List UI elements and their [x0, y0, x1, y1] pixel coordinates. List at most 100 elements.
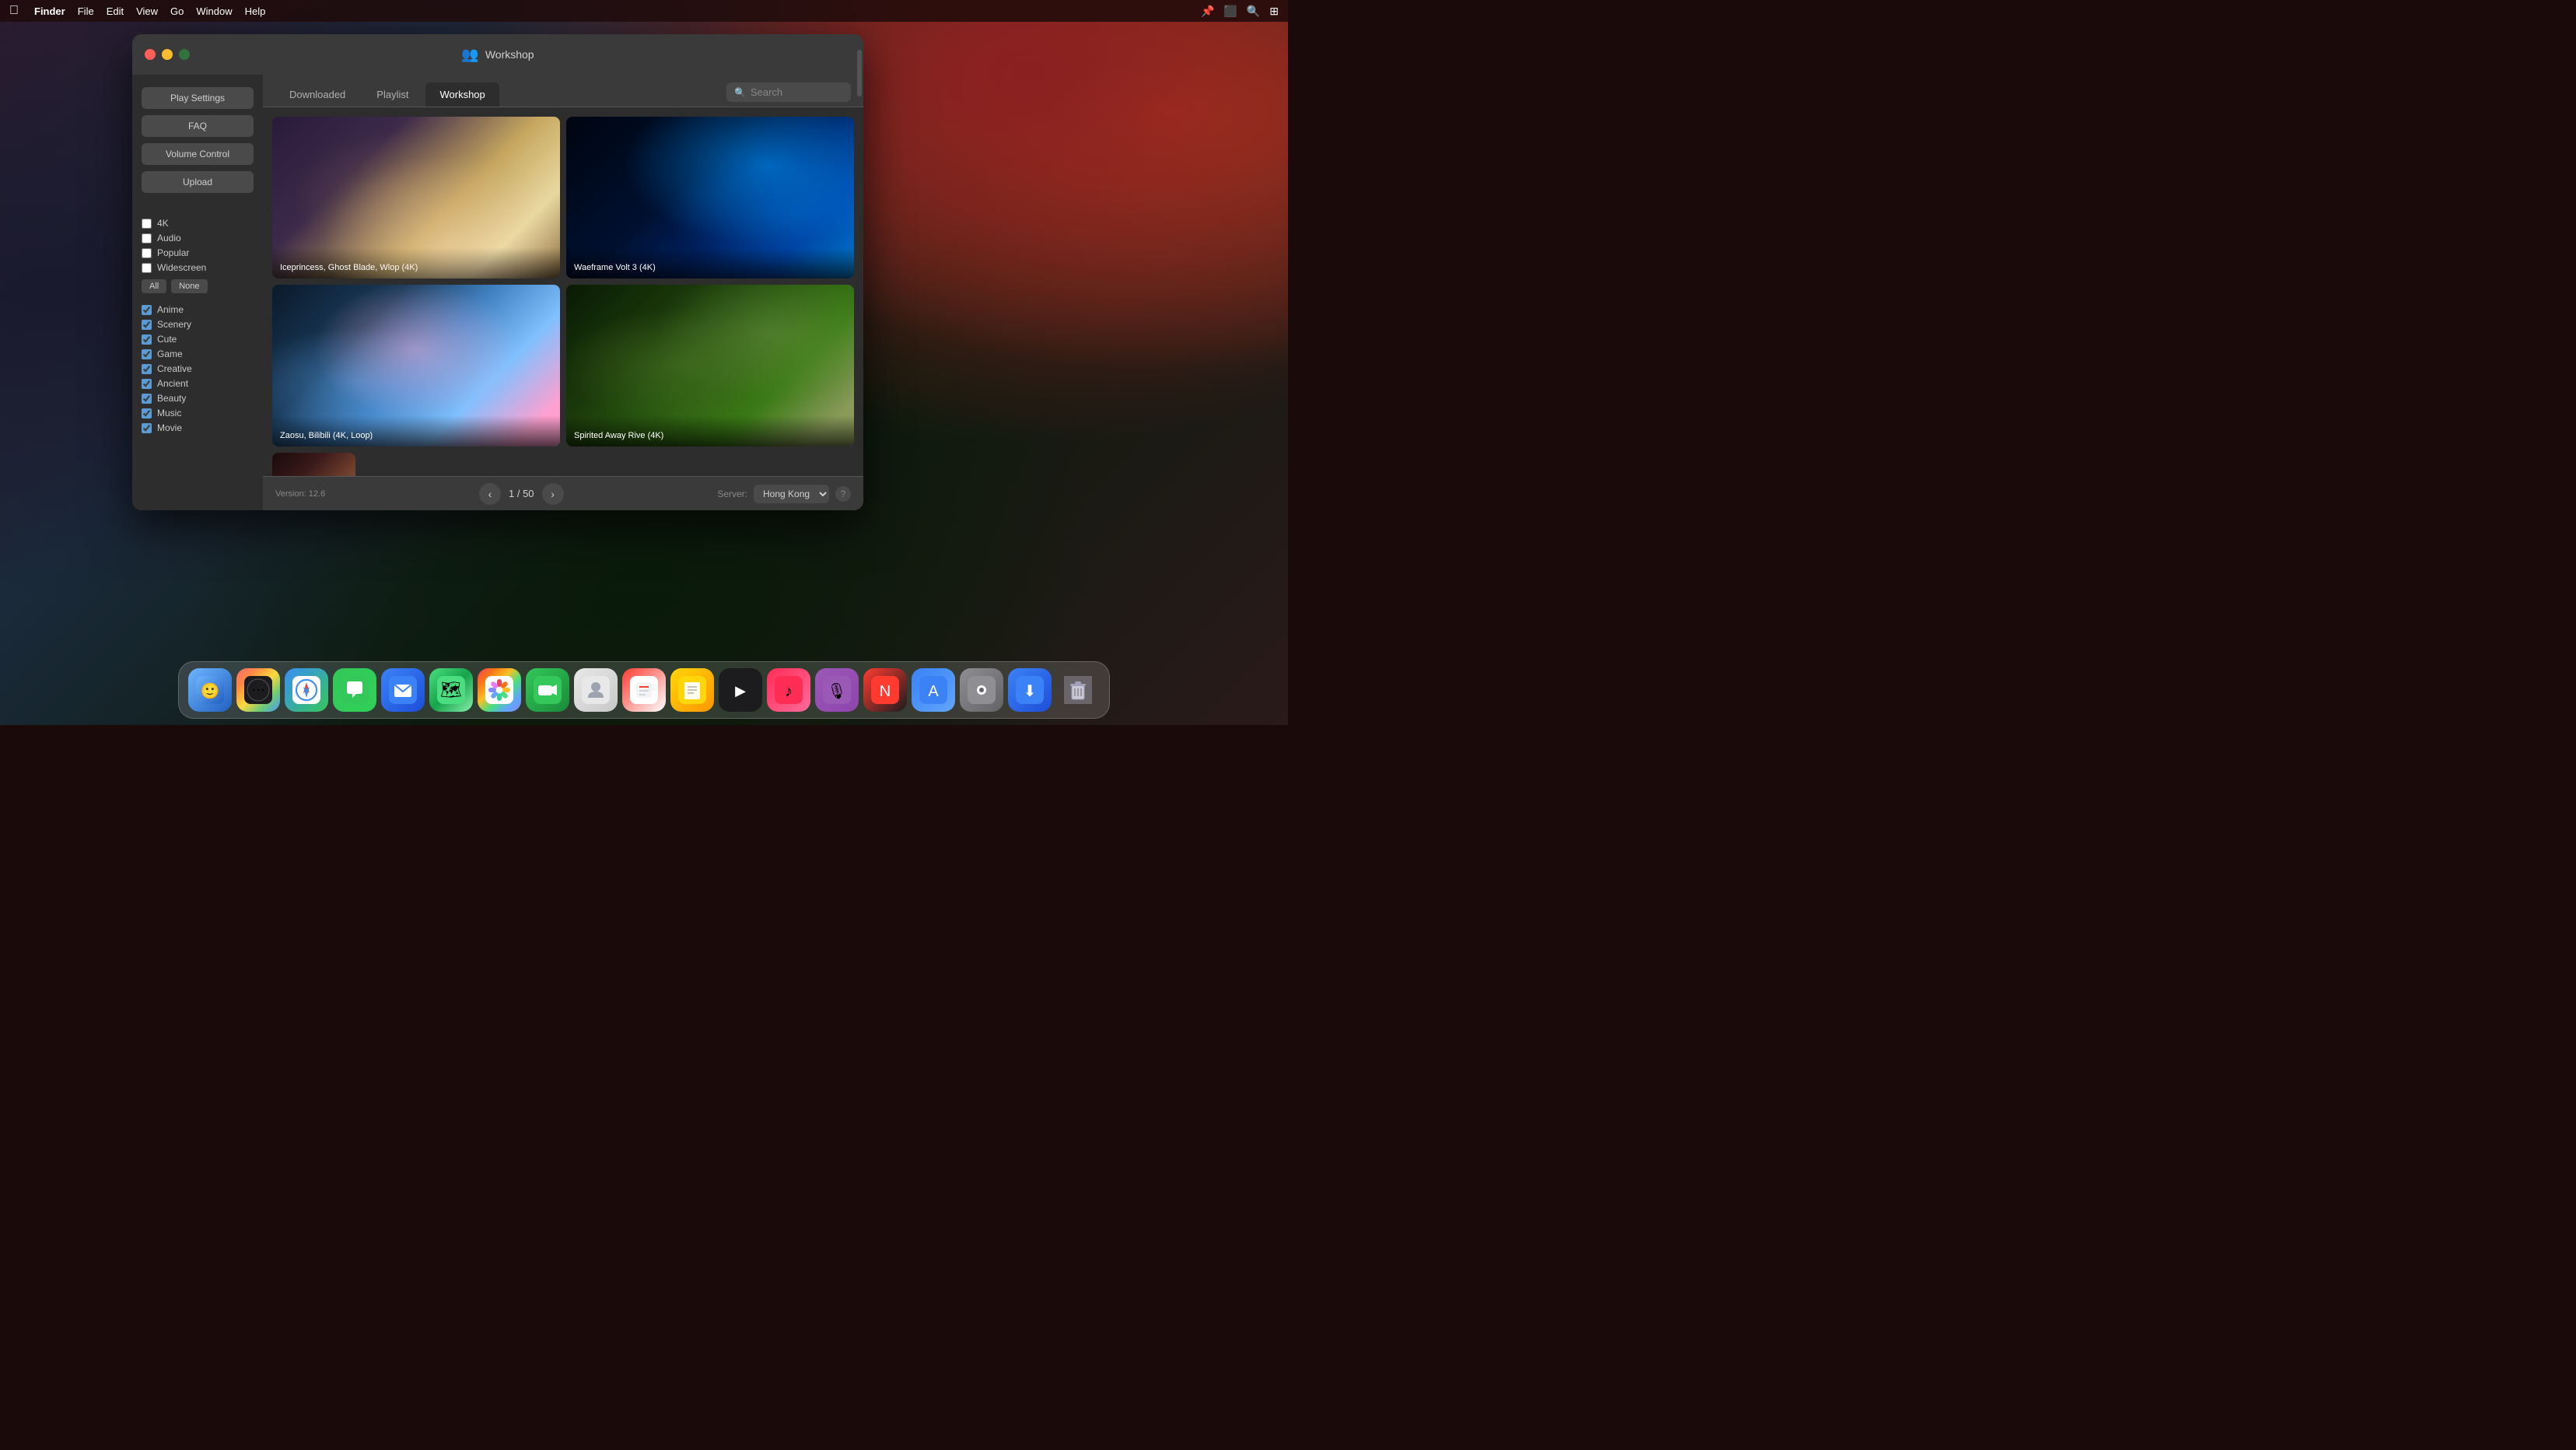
- cat-movie-checkbox[interactable]: [142, 423, 152, 433]
- menubar-edit[interactable]: Edit: [107, 5, 124, 17]
- filter-popular-label: Popular: [157, 247, 189, 258]
- svg-text:🗺: 🗺: [440, 680, 462, 699]
- svg-text:♪: ♪: [785, 683, 793, 700]
- cat-game-label: Game: [157, 348, 183, 359]
- card-label-4: Spirited Away Rive (4K): [566, 415, 854, 447]
- control-center-icon[interactable]: ⊞: [1269, 5, 1279, 18]
- window-title: 👥 Workshop: [461, 47, 534, 63]
- cat-scenery-label: Scenery: [157, 319, 191, 330]
- dock: 🙂 ⋯ 🗺 ▶ ♪ 🎙 N A ⬇: [178, 661, 1110, 719]
- cat-anime-checkbox[interactable]: [142, 305, 152, 315]
- svg-text:🙂: 🙂: [201, 682, 220, 700]
- app-window: 👥 Workshop Play Settings FAQ Volume Cont…: [132, 34, 863, 510]
- cat-ancient[interactable]: Ancient: [142, 378, 254, 389]
- faq-button[interactable]: FAQ: [142, 115, 254, 137]
- menubar-finder[interactable]: Finder: [34, 5, 65, 17]
- filter-4k-checkbox[interactable]: [142, 219, 152, 229]
- cat-scenery[interactable]: Scenery: [142, 319, 254, 330]
- display-icon[interactable]: ⬛: [1223, 5, 1237, 18]
- dock-music[interactable]: ♪: [767, 668, 810, 712]
- dock-tv[interactable]: ▶: [719, 668, 762, 712]
- next-page-button[interactable]: ›: [542, 483, 564, 505]
- search-input[interactable]: [751, 86, 843, 98]
- menubar-help[interactable]: Help: [245, 5, 266, 17]
- dock-launchpad[interactable]: ⋯: [236, 668, 280, 712]
- dock-contacts[interactable]: [574, 668, 618, 712]
- dock-facetime[interactable]: [526, 668, 569, 712]
- wallpaper-grid-area: Iceprincess, Ghost Blade, Wlop (4K) Waef…: [263, 107, 863, 476]
- dock-appstore[interactable]: A: [912, 668, 955, 712]
- menubar-view[interactable]: View: [136, 5, 158, 17]
- filter-audio[interactable]: Audio: [142, 233, 254, 243]
- pin-icon[interactable]: 📌: [1201, 5, 1214, 18]
- upload-button[interactable]: Upload: [142, 171, 254, 193]
- titlebar: 👥 Workshop: [132, 34, 863, 75]
- cat-game-checkbox[interactable]: [142, 349, 152, 359]
- wallpaper-grid: Iceprincess, Ghost Blade, Wlop (4K) Waef…: [272, 117, 854, 476]
- prev-page-button[interactable]: ‹: [479, 483, 501, 505]
- cat-music[interactable]: Music: [142, 408, 254, 419]
- wallpaper-card-3[interactable]: Zaosu, Bilibili (4K, Loop): [272, 285, 560, 447]
- wallpaper-card-1[interactable]: Iceprincess, Ghost Blade, Wlop (4K): [272, 117, 560, 278]
- wallpaper-card-2[interactable]: Waeframe Volt 3 (4K): [566, 117, 854, 278]
- cat-anime-label: Anime: [157, 304, 184, 315]
- dock-podcasts[interactable]: 🎙: [815, 668, 859, 712]
- cat-ancient-checkbox[interactable]: [142, 379, 152, 389]
- cat-anime[interactable]: Anime: [142, 304, 254, 315]
- menubar-file[interactable]: File: [78, 5, 94, 17]
- wallpaper-card-5[interactable]: [272, 453, 355, 476]
- filter-4k-label: 4K: [157, 218, 169, 229]
- server-select[interactable]: Hong Kong US West US East Europe Japan: [754, 485, 829, 503]
- dock-finder[interactable]: 🙂: [188, 668, 232, 712]
- menubar-window[interactable]: Window: [196, 5, 232, 17]
- bottom-bar: Version: 12.6 ‹ 1 / 50 › Server: Hong Ko…: [263, 476, 863, 510]
- dock-safari[interactable]: [285, 668, 328, 712]
- filter-popular[interactable]: Popular: [142, 247, 254, 258]
- dock-mail[interactable]: [381, 668, 425, 712]
- close-button[interactable]: [145, 49, 156, 60]
- filter-audio-checkbox[interactable]: [142, 233, 152, 243]
- wallpaper-card-4[interactable]: Spirited Away Rive (4K): [566, 285, 854, 447]
- cat-ancient-label: Ancient: [157, 378, 188, 389]
- cat-beauty-checkbox[interactable]: [142, 394, 152, 404]
- cat-game[interactable]: Game: [142, 348, 254, 359]
- cat-scenery-checkbox[interactable]: [142, 320, 152, 330]
- search-menubar-icon[interactable]: 🔍: [1247, 5, 1260, 18]
- apple-menu[interactable]: : [9, 4, 19, 18]
- dock-news[interactable]: N: [863, 668, 907, 712]
- none-button[interactable]: None: [171, 279, 207, 293]
- cat-cute-checkbox[interactable]: [142, 334, 152, 345]
- filter-popular-checkbox[interactable]: [142, 248, 152, 258]
- play-settings-button[interactable]: Play Settings: [142, 87, 254, 109]
- dock-photos[interactable]: [478, 668, 521, 712]
- cat-creative[interactable]: Creative: [142, 363, 254, 374]
- maximize-button[interactable]: [179, 49, 190, 60]
- dock-trash[interactable]: [1056, 668, 1100, 712]
- help-button[interactable]: ?: [835, 486, 851, 502]
- dock-download[interactable]: ⬇: [1008, 668, 1052, 712]
- tab-playlist[interactable]: Playlist: [362, 82, 422, 107]
- svg-text:A: A: [928, 683, 939, 700]
- dock-settings[interactable]: [960, 668, 1003, 712]
- cat-beauty[interactable]: Beauty: [142, 393, 254, 404]
- card-label-3: Zaosu, Bilibili (4K, Loop): [272, 415, 560, 447]
- tab-downloaded[interactable]: Downloaded: [275, 82, 359, 107]
- minimize-button[interactable]: [162, 49, 173, 60]
- cat-movie[interactable]: Movie: [142, 422, 254, 433]
- dock-maps[interactable]: 🗺: [429, 668, 473, 712]
- cat-cute[interactable]: Cute: [142, 334, 254, 345]
- sidebar: Play Settings FAQ Volume Control Upload …: [132, 75, 263, 510]
- menubar-go[interactable]: Go: [170, 5, 184, 17]
- filter-4k[interactable]: 4K: [142, 218, 254, 229]
- tab-workshop[interactable]: Workshop: [425, 82, 499, 107]
- filter-widescreen[interactable]: Widescreen: [142, 262, 254, 273]
- dock-messages[interactable]: [333, 668, 376, 712]
- cat-music-checkbox[interactable]: [142, 408, 152, 419]
- volume-control-button[interactable]: Volume Control: [142, 143, 254, 165]
- filter-widescreen-checkbox[interactable]: [142, 263, 152, 273]
- cat-creative-checkbox[interactable]: [142, 364, 152, 374]
- all-button[interactable]: All: [142, 279, 166, 293]
- window-controls: [145, 49, 190, 60]
- dock-notes[interactable]: [670, 668, 714, 712]
- dock-reminders[interactable]: [622, 668, 666, 712]
